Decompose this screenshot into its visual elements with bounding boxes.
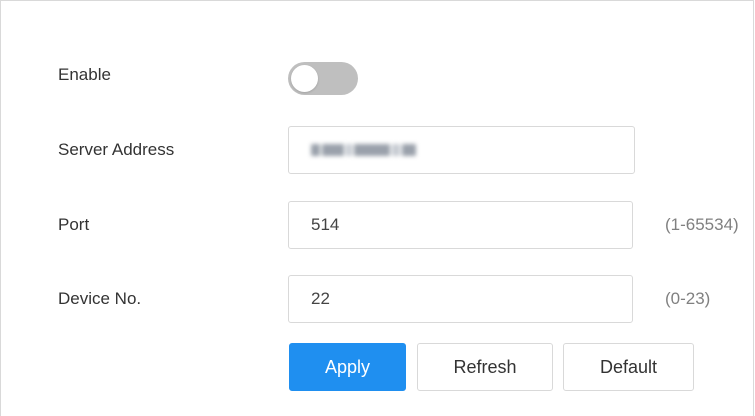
device-no-range-hint: (0-23): [665, 289, 711, 308]
server-address-input[interactable]: [288, 126, 635, 174]
port-range-hint: (1-65534): [665, 215, 739, 234]
enable-label: Enable: [58, 65, 111, 84]
refresh-button[interactable]: Refresh: [417, 343, 553, 391]
toggle-knob: [291, 65, 318, 92]
port-input[interactable]: 514: [288, 201, 633, 249]
apply-button[interactable]: Apply: [289, 343, 406, 391]
device-no-label: Device No.: [58, 289, 142, 308]
enable-toggle[interactable]: [288, 62, 358, 95]
server-address-label: Server Address: [58, 140, 175, 159]
default-button[interactable]: Default: [563, 343, 694, 391]
redacted-address: [311, 141, 446, 159]
port-label: Port: [58, 215, 90, 234]
syslog-settings-panel: Enable Server Address Port 514 (1-65534)…: [0, 0, 754, 416]
device-no-input[interactable]: 22: [288, 275, 633, 323]
